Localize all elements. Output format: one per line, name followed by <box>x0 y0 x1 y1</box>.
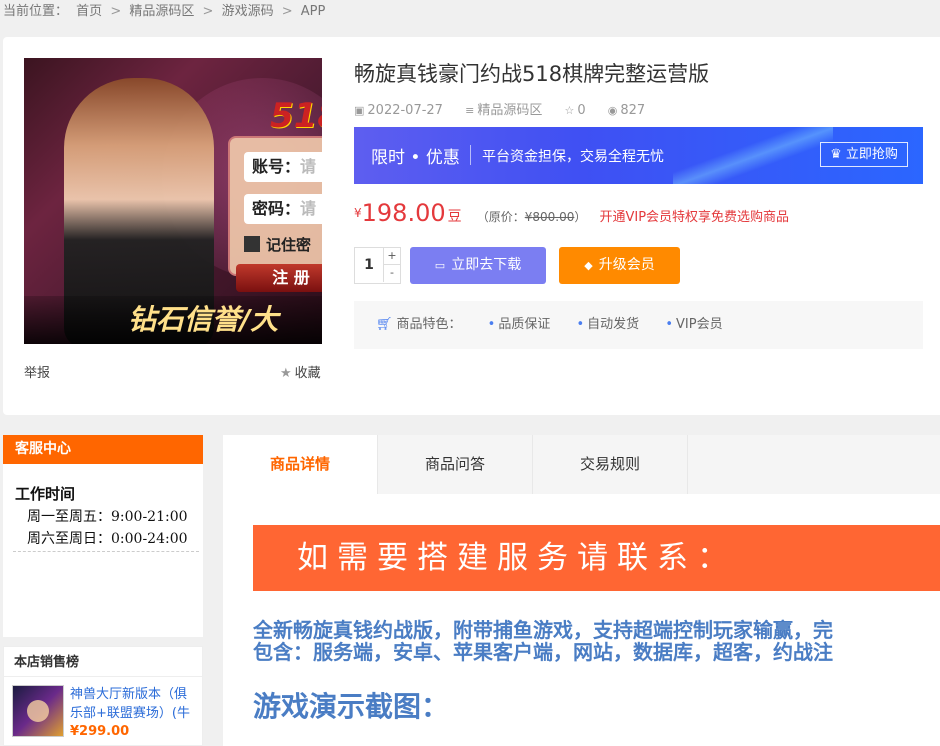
favorite-label: 收藏 <box>294 366 321 381</box>
detail-tabs: 商品详情 商品问答 交易规则 <box>223 435 940 494</box>
breadcrumb-home[interactable]: 首页 <box>76 4 102 19</box>
image-number: 518 <box>270 96 322 136</box>
bestseller-item-link[interactable]: 神兽大厅新版本（俱乐部+联盟赛场）(牛 <box>70 685 196 723</box>
price-currency: ¥ <box>354 206 362 220</box>
feature-vip: • VIP会员 <box>665 317 723 332</box>
star-outline-icon: ☆ <box>564 104 575 117</box>
weekend-hours: 周六至周日：0:00-24:00 <box>27 531 188 547</box>
image-account-field: 账号：请 <box>244 152 322 182</box>
promo-tag: 限时 • 优惠 <box>371 148 460 168</box>
service-title: 客服中心 <box>3 435 203 464</box>
original-price: （原价：¥800.00） <box>476 210 587 224</box>
promo-banner: 限时 • 优惠 平台资金担保，交易全程无忧 ♛ 立即抢购 <box>354 127 923 184</box>
checkbox-icon <box>244 236 260 252</box>
image-slogan: 钻石信誉/大 <box>24 296 322 344</box>
breadcrumb-game-source[interactable]: 游戏源码 <box>222 4 274 19</box>
calendar-icon: ▣ <box>354 104 365 117</box>
breadcrumb-premium-source[interactable]: 精品源码区 <box>129 4 194 19</box>
service-divider <box>13 551 199 552</box>
tab-trade-rules[interactable]: 交易规则 <box>533 435 688 494</box>
contact-banner: 如需要搭建服务请联系： <box>253 525 940 591</box>
quantity-value[interactable]: 1 <box>355 248 383 283</box>
promo-divider <box>470 145 471 165</box>
meta-date: ▣ 2022-07-27 <box>354 103 443 118</box>
download-button[interactable]: ▭ 立即去下载 <box>410 247 546 284</box>
promo-description: 平台资金担保，交易全程无忧 <box>482 149 664 165</box>
demo-heading: 游戏演示截图： <box>253 690 450 723</box>
quantity-stepper: 1 + - <box>354 247 401 284</box>
quantity-minus-button[interactable]: - <box>383 265 400 282</box>
bestseller-thumbnail[interactable] <box>12 685 64 737</box>
image-password-field: 密码：请 <box>244 194 322 224</box>
breadcrumb: 当前位置： 首页 > 精品源码区 > 游戏源码 > APP <box>3 3 329 21</box>
cart-icon: 🛒︎ <box>376 317 393 332</box>
product-image[interactable]: 518 账号：请 密码：请 记住密 注 册 钻石信誉/大 <box>24 58 322 344</box>
list-icon: ≡ <box>465 104 475 117</box>
breadcrumb-separator: > <box>202 4 214 19</box>
star-icon: ★ <box>280 366 292 381</box>
image-register: 注 册 <box>236 264 322 292</box>
report-link[interactable]: 举报 <box>24 362 50 381</box>
product-features: 🛒︎ 商品特色： • 品质保证 • 自动发货 • VIP会员 <box>354 301 923 349</box>
monitor-icon: ▭ <box>434 259 446 272</box>
price-row: ¥198.00 豆 （原价：¥800.00） 开通VIP会员特权享免费选购商品 <box>354 199 789 227</box>
vip-note-link[interactable]: 开通VIP会员特权享免费选购商品 <box>599 210 789 225</box>
meta-views: ◉ 827 <box>607 103 646 118</box>
breadcrumb-separator: > <box>110 4 122 19</box>
favorite-link[interactable]: ★ 收藏 <box>280 362 321 381</box>
intro-line-1: 全新畅旋真钱约战版，附带捕鱼游戏，支持超端控制玩家输赢，完 <box>253 619 833 642</box>
eye-icon: ◉ <box>607 104 618 117</box>
feature-auto-delivery: • 自动发货 <box>576 317 640 332</box>
tab-product-qa[interactable]: 商品问答 <box>378 435 533 494</box>
price-amount: 198.00 <box>361 199 446 227</box>
upgrade-vip-button[interactable]: ◆ 升级会员 <box>559 247 680 284</box>
price-unit: 豆 <box>447 209 462 225</box>
bestseller-title: 本店销售榜 <box>4 647 202 677</box>
product-intro: 全新畅旋真钱约战版，附带捕鱼游戏，支持超端控制玩家输赢，完 包含：服务端，安卓、… <box>253 619 940 663</box>
quantity-plus-button[interactable]: + <box>383 248 400 265</box>
crown-icon: ♛ <box>830 147 842 162</box>
meta-favorites: ☆ 0 <box>564 103 586 118</box>
breadcrumb-separator: > <box>281 4 293 19</box>
feature-quality: • 品质保证 <box>487 317 551 332</box>
breadcrumb-app[interactable]: APP <box>301 4 326 19</box>
product-title: 畅旋真钱豪门约战518棋牌完整运营版 <box>354 62 710 86</box>
tab-product-details[interactable]: 商品详情 <box>223 435 378 494</box>
banner-decoration <box>673 127 833 184</box>
work-time-label: 工作时间 <box>15 485 76 503</box>
detail-panel: 商品详情 商品问答 交易规则 如需要搭建服务请联系： 全新畅旋真钱约战版，附带捕… <box>223 435 940 746</box>
image-remember: 记住密 <box>244 234 311 255</box>
bestseller-box: 本店销售榜 神兽大厅新版本（俱乐部+联盟赛场）(牛 ¥299.00 <box>3 646 203 746</box>
features-label: 商品特色： <box>396 317 462 332</box>
diamond-icon: ◆ <box>584 259 593 272</box>
buy-now-button[interactable]: ♛ 立即抢购 <box>820 142 908 167</box>
breadcrumb-prefix: 当前位置： <box>3 4 69 19</box>
intro-line-2: 包含：服务端，安卓、苹果客户端，网站，数据库，超客，约战注 <box>253 640 833 663</box>
meta-category[interactable]: ≡ 精品源码区 <box>465 103 542 118</box>
image-login-panel: 账号：请 密码：请 记住密 <box>228 136 322 276</box>
product-meta: ▣ 2022-07-27 ≡ 精品源码区 ☆ 0 ◉ 827 <box>354 99 663 118</box>
product-card: 518 账号：请 密码：请 记住密 注 册 钻石信誉/大 举报 ★收藏 畅旋真钱… <box>3 37 940 415</box>
bestseller-item-price: ¥299.00 <box>70 724 130 739</box>
weekday-hours: 周一至周五：9:00-21:00 <box>27 509 188 525</box>
customer-service-box: 客服中心 工作时间 周一至周五：9:00-21:00 周六至周日：0:00-24… <box>3 435 203 637</box>
